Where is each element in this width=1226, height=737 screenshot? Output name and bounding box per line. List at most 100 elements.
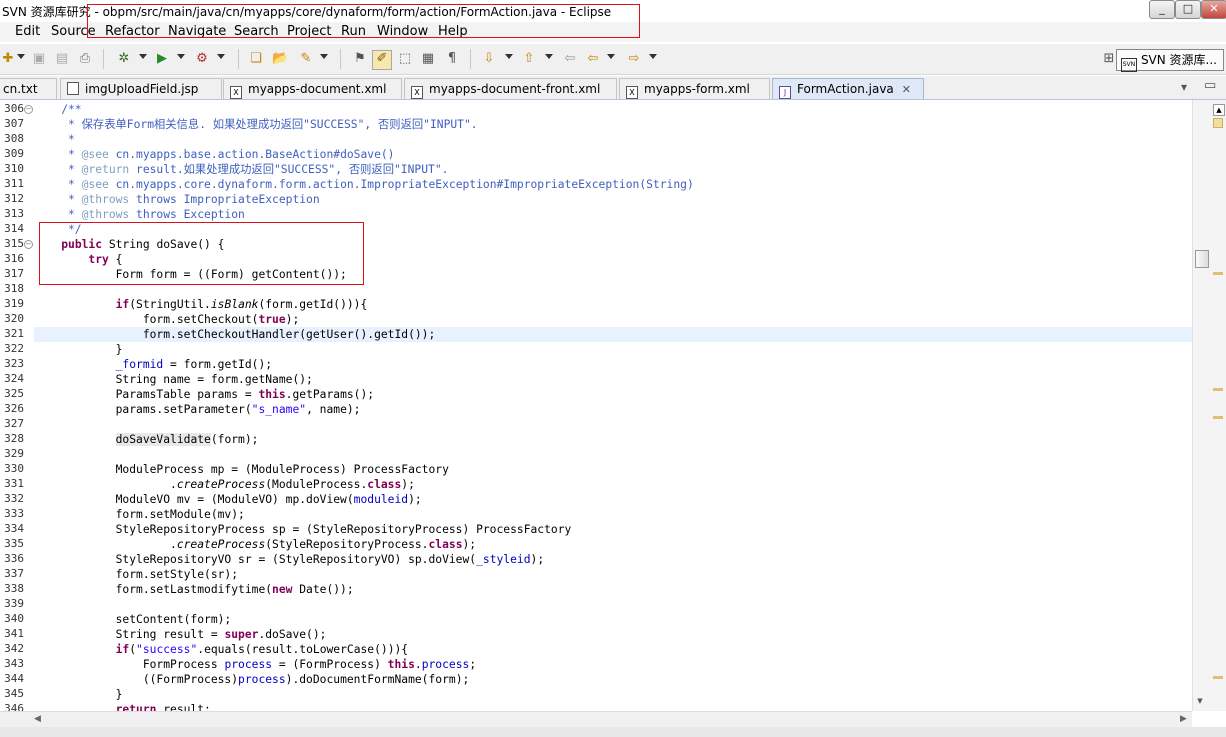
tab-myapps-document-front-xml[interactable]: Xmyapps-document-front.xml bbox=[404, 78, 617, 99]
forward-icon[interactable]: ⇨ bbox=[626, 51, 642, 67]
debug-icon[interactable]: ✲ bbox=[116, 51, 132, 67]
tab-imguploadfield-jsp[interactable]: imgUploadField.jsp bbox=[60, 78, 222, 99]
tab-myapps-document-xml[interactable]: Xmyapps-document.xml bbox=[223, 78, 402, 99]
save-all-icon[interactable]: ▤ bbox=[54, 51, 70, 67]
code-area[interactable]: /** * 保存表单Form相关信息. 如果处理成功返回"SUCCESS", 否… bbox=[34, 100, 1192, 711]
new-icon[interactable]: ✚ bbox=[0, 51, 16, 67]
code-line[interactable]: ModuleProcess mp = (ModuleProcess) Proce… bbox=[34, 462, 1192, 477]
open-folder-icon[interactable]: 📂 bbox=[272, 51, 288, 67]
mark-occurrences-icon[interactable]: ✐ bbox=[372, 50, 392, 70]
open-task-icon[interactable]: ✎ bbox=[298, 51, 314, 67]
occurrence-marker[interactable] bbox=[1213, 272, 1223, 275]
menu-refactor[interactable]: Refactor bbox=[105, 24, 160, 39]
last-edit-location-icon[interactable]: ⇦ bbox=[562, 51, 578, 67]
previous-annotation-icon[interactable]: ⇧ bbox=[521, 51, 537, 67]
code-line[interactable]: * @see cn.myapps.core.dynaform.form.acti… bbox=[34, 177, 1192, 192]
code-line[interactable]: ModuleVO mv = (ModuleVO) mp.doView(modul… bbox=[34, 492, 1192, 507]
next-annotation-dropdown-icon[interactable] bbox=[505, 54, 513, 59]
scroll-up-icon[interactable]: ▲ bbox=[1213, 104, 1225, 116]
code-line[interactable]: String name = form.getName(); bbox=[34, 372, 1192, 387]
code-line[interactable]: * @throws throws ImpropriateException bbox=[34, 192, 1192, 207]
external-tools-icon[interactable]: ⚙ bbox=[194, 51, 210, 67]
new-dropdown-icon[interactable] bbox=[17, 54, 25, 59]
print-icon[interactable]: ⎙ bbox=[77, 51, 93, 67]
toggle-block-selection-icon[interactable]: ⬚ bbox=[397, 51, 413, 67]
code-line[interactable]: StyleRepositoryProcess sp = (StyleReposi… bbox=[34, 522, 1192, 537]
external-tools-dropdown-icon[interactable] bbox=[217, 54, 225, 59]
code-line[interactable]: } bbox=[34, 687, 1192, 702]
code-line[interactable]: setContent(form); bbox=[34, 612, 1192, 627]
code-line[interactable]: /** bbox=[34, 102, 1192, 117]
back-icon[interactable]: ⇦ bbox=[585, 51, 601, 67]
maximize-editor-icon[interactable]: ▭ bbox=[1204, 78, 1216, 93]
scroll-down-icon[interactable]: ▼ bbox=[1195, 696, 1205, 706]
view-menu-icon[interactable]: ▾ bbox=[1181, 80, 1187, 94]
code-line[interactable]: form.setCheckout(true); bbox=[34, 312, 1192, 327]
code-line[interactable]: } bbox=[34, 342, 1192, 357]
code-line[interactable]: FormProcess process = (FormProcess) this… bbox=[34, 657, 1192, 672]
code-line[interactable]: try { bbox=[34, 252, 1192, 267]
code-line[interactable]: .createProcess(StyleRepositoryProcess.cl… bbox=[34, 537, 1192, 552]
menu-project[interactable]: Project bbox=[287, 24, 331, 39]
debug-dropdown-icon[interactable] bbox=[139, 54, 147, 59]
scroll-thumb[interactable] bbox=[1195, 250, 1209, 268]
code-line[interactable]: */ bbox=[34, 222, 1192, 237]
overview-ruler[interactable]: ▲ ▼ bbox=[1192, 100, 1226, 711]
menu-window[interactable]: Window bbox=[377, 24, 428, 39]
code-line[interactable]: public String doSave() { bbox=[34, 237, 1192, 252]
show-whitespace-icon[interactable]: ▦ bbox=[420, 51, 436, 67]
code-line[interactable]: params.setParameter("s_name", name); bbox=[34, 402, 1192, 417]
menu-search[interactable]: Search bbox=[234, 24, 279, 39]
tab-myapps-form-xml[interactable]: Xmyapps-form.xml bbox=[619, 78, 770, 99]
tab-formaction-java[interactable]: J FormAction.java ✕ bbox=[772, 78, 924, 99]
occurrence-marker[interactable] bbox=[1213, 388, 1223, 391]
code-editor[interactable]: 306−307 308 309 310 311 312 313 314 315−316 317 31… bbox=[0, 100, 1192, 711]
code-line[interactable]: ((FormProcess)process).doDocumentFormNam… bbox=[34, 672, 1192, 687]
code-line[interactable]: String result = super.doSave(); bbox=[34, 627, 1192, 642]
next-annotation-icon[interactable]: ⇩ bbox=[481, 51, 497, 67]
code-line[interactable]: _formid = form.getId(); bbox=[34, 357, 1192, 372]
open-task-dropdown-icon[interactable] bbox=[320, 54, 328, 59]
menu-source[interactable]: Source bbox=[51, 24, 96, 39]
code-line[interactable] bbox=[34, 417, 1192, 432]
toggle-breadcrumb-icon[interactable]: ⚑ bbox=[352, 51, 368, 67]
code-line[interactable] bbox=[34, 447, 1192, 462]
menu-edit[interactable]: Edit bbox=[15, 24, 40, 39]
scroll-right-icon[interactable]: ▶ bbox=[1180, 714, 1187, 724]
code-line[interactable]: doSaveValidate(form); bbox=[34, 432, 1192, 447]
menu-help[interactable]: Help bbox=[438, 24, 468, 39]
code-line[interactable]: return result; bbox=[34, 702, 1192, 711]
svn-perspective-button[interactable]: SVN SVN 资源库... bbox=[1115, 49, 1224, 72]
code-line[interactable]: if("success".equals(result.toLowerCase()… bbox=[34, 642, 1192, 657]
menu-run[interactable]: Run bbox=[341, 24, 366, 39]
code-line[interactable]: * @return result.如果处理成功返回"SUCCESS", 否则返回… bbox=[34, 162, 1192, 177]
run-icon[interactable]: ▶ bbox=[154, 51, 170, 67]
close-tab-icon[interactable]: ✕ bbox=[902, 83, 911, 96]
code-line[interactable] bbox=[34, 597, 1192, 612]
run-dropdown-icon[interactable] bbox=[177, 54, 185, 59]
open-perspective-icon[interactable]: ⊞ bbox=[1101, 51, 1117, 67]
code-line[interactable]: if(StringUtil.isBlank(form.getId())){ bbox=[34, 297, 1192, 312]
close-window-button[interactable]: ✕ bbox=[1201, 0, 1226, 19]
fold-toggle-icon[interactable]: − bbox=[24, 105, 33, 114]
code-line[interactable]: * 保存表单Form相关信息. 如果处理成功返回"SUCCESS", 否则返回"… bbox=[34, 117, 1192, 132]
code-line[interactable]: StyleRepositoryVO sr = (StyleRepositoryV… bbox=[34, 552, 1192, 567]
occurrence-marker[interactable] bbox=[1213, 416, 1223, 419]
code-line[interactable] bbox=[34, 282, 1192, 297]
horizontal-scrollbar[interactable]: ◀ ▶ bbox=[0, 711, 1192, 728]
warning-marker[interactable] bbox=[1213, 118, 1223, 128]
code-line[interactable]: form.setStyle(sr); bbox=[34, 567, 1192, 582]
maximize-button[interactable]: □ bbox=[1175, 0, 1201, 19]
code-line[interactable]: ParamsTable params = this.getParams(); bbox=[34, 387, 1192, 402]
forward-dropdown-icon[interactable] bbox=[649, 54, 657, 59]
code-line[interactable]: form.setLastmodifytime(new Date()); bbox=[34, 582, 1192, 597]
minimize-button[interactable]: _ bbox=[1149, 0, 1175, 19]
back-dropdown-icon[interactable] bbox=[607, 54, 615, 59]
code-line[interactable]: form.setCheckoutHandler(getUser().getId(… bbox=[34, 327, 1192, 342]
previous-annotation-dropdown-icon[interactable] bbox=[545, 54, 553, 59]
code-line[interactable]: Form form = ((Form) getContent()); bbox=[34, 267, 1192, 282]
code-line[interactable]: form.setModule(mv); bbox=[34, 507, 1192, 522]
menu-navigate[interactable]: Navigate bbox=[168, 24, 226, 39]
occurrence-marker[interactable] bbox=[1213, 676, 1223, 679]
tab-cn-txt[interactable]: cn.txt bbox=[0, 78, 57, 99]
